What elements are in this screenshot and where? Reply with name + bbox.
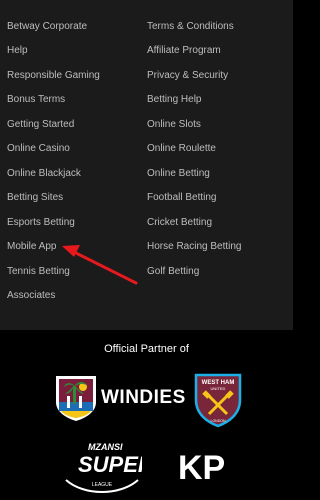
footer-link-golf-betting[interactable]: Golf Betting (147, 266, 199, 278)
footer-link-horse-racing-betting[interactable]: Horse Racing Betting (147, 241, 242, 253)
footer-link-online-casino[interactable]: Online Casino (7, 143, 70, 155)
footer-link-mobile-app[interactable]: Mobile App (7, 241, 56, 253)
footer-link-privacy-security[interactable]: Privacy & Security (147, 70, 228, 82)
footer-link-tennis-betting[interactable]: Tennis Betting (7, 266, 70, 278)
mzansi-line3: LEAGUE (92, 482, 113, 488)
footer-link-online-blackjack[interactable]: Online Blackjack (7, 168, 81, 180)
mzansi-super-league-logo[interactable]: MZANSI SUPER LEAGUE (62, 438, 142, 498)
windies-logo[interactable] (52, 372, 100, 422)
west-ham-line3: LONDON (211, 419, 226, 423)
footer-link-affiliate-program[interactable]: Affiliate Program (147, 45, 221, 57)
mzansi-line1: MZANSI (88, 442, 123, 452)
footer-link-esports-betting[interactable]: Esports Betting (7, 217, 75, 229)
kp-logo[interactable]: KP (176, 447, 232, 487)
footer-link-responsible-gaming[interactable]: Responsible Gaming (7, 70, 100, 82)
west-ham-crest[interactable]: WEST HAM UNITED LONDON (193, 372, 243, 428)
official-partner-title: Official Partner of (104, 343, 189, 355)
footer-link-online-roulette[interactable]: Online Roulette (147, 143, 216, 155)
mzansi-line2: SUPER (78, 452, 142, 477)
footer-link-getting-started[interactable]: Getting Started (7, 119, 74, 131)
footer-link-associates[interactable]: Associates (7, 290, 55, 302)
windies-wordmark: WINDIES (101, 387, 186, 408)
footer-links-panel: Betway Corporate Help Responsible Gaming… (0, 0, 293, 330)
footer-link-online-slots[interactable]: Online Slots (147, 119, 201, 131)
kp-wordmark: KP (178, 449, 225, 487)
footer-link-betting-help[interactable]: Betting Help (147, 94, 201, 106)
footer-link-cricket-betting[interactable]: Cricket Betting (147, 217, 212, 229)
west-ham-line2: UNITED (211, 386, 226, 391)
footer-link-betting-sites[interactable]: Betting Sites (7, 192, 63, 204)
footer-link-help[interactable]: Help (7, 45, 28, 57)
footer-link-football-betting[interactable]: Football Betting (147, 192, 217, 204)
footer-link-terms-conditions[interactable]: Terms & Conditions (147, 21, 234, 33)
footer-link-bonus-terms[interactable]: Bonus Terms (7, 94, 65, 106)
footer-link-betway-corporate[interactable]: Betway Corporate (7, 21, 87, 33)
footer-link-online-betting[interactable]: Online Betting (147, 168, 210, 180)
